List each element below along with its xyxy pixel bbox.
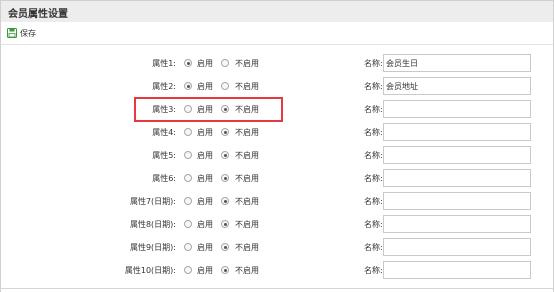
attribute-label: 属性5: <box>152 151 176 160</box>
attribute-label: 属性6: <box>152 174 176 183</box>
attribute-label: 属性4: <box>152 128 176 137</box>
enable-radio[interactable] <box>184 220 192 228</box>
attribute-row-7: 属性7(日期): 启用 不启用 名称: <box>1 192 553 212</box>
attribute-label: 属性2: <box>152 82 176 91</box>
save-button-label: 保存 <box>20 28 36 38</box>
disable-label[interactable]: 不启用 <box>235 219 259 230</box>
attribute-label: 属性7(日期): <box>129 197 176 206</box>
disable-label[interactable]: 不启用 <box>235 150 259 161</box>
disable-radio[interactable] <box>221 151 229 159</box>
enable-radio[interactable] <box>184 105 192 113</box>
title-bar: 会员属性设置 <box>0 0 554 23</box>
attribute-row-9: 属性9(日期): 启用 不启用 名称: <box>1 238 553 258</box>
attribute-row-3: 属性3: 启用 不启用 名称: <box>1 100 553 120</box>
name-input[interactable] <box>383 169 531 187</box>
disable-radio[interactable] <box>221 128 229 136</box>
attribute-row-5: 属性5: 启用 不启用 名称: <box>1 146 553 166</box>
enable-radio[interactable] <box>184 266 192 274</box>
attribute-row-1: 属性1: 启用 不启用 名称: <box>1 54 553 74</box>
attribute-label: 属性9(日期): <box>129 243 176 252</box>
name-label: 名称: <box>364 174 383 183</box>
name-label: 名称: <box>364 105 383 114</box>
enable-label[interactable]: 启用 <box>197 81 213 92</box>
name-input[interactable] <box>383 215 531 233</box>
disable-label[interactable]: 不启用 <box>235 127 259 138</box>
disable-label[interactable]: 不启用 <box>235 173 259 184</box>
enable-radio[interactable] <box>184 243 192 251</box>
enable-label[interactable]: 启用 <box>197 150 213 161</box>
enable-label[interactable]: 启用 <box>197 58 213 69</box>
disable-label[interactable]: 不启用 <box>235 58 259 69</box>
disable-radio[interactable] <box>221 59 229 67</box>
name-label: 名称: <box>364 266 383 275</box>
enable-radio[interactable] <box>184 174 192 182</box>
name-label: 名称: <box>364 197 383 206</box>
attribute-label: 属性3: <box>152 105 176 114</box>
disable-label[interactable]: 不启用 <box>235 265 259 276</box>
attribute-label: 属性10(日期): <box>124 266 176 275</box>
disable-label[interactable]: 不启用 <box>235 81 259 92</box>
enable-label[interactable]: 启用 <box>197 196 213 207</box>
name-label: 名称: <box>364 128 383 137</box>
attribute-row-8: 属性8(日期): 启用 不启用 名称: <box>1 215 553 235</box>
enable-label[interactable]: 启用 <box>197 104 213 115</box>
attribute-row-2: 属性2: 启用 不启用 名称: <box>1 77 553 97</box>
attribute-row-4: 属性4: 启用 不启用 名称: <box>1 123 553 143</box>
enable-label[interactable]: 启用 <box>197 242 213 253</box>
save-button[interactable]: 保存 <box>7 27 36 39</box>
enable-radio[interactable] <box>184 151 192 159</box>
name-label: 名称: <box>364 59 383 68</box>
name-label: 名称: <box>364 220 383 229</box>
enable-label[interactable]: 启用 <box>197 127 213 138</box>
disable-radio[interactable] <box>221 82 229 90</box>
name-label: 名称: <box>364 82 383 91</box>
attribute-label: 属性1: <box>152 59 176 68</box>
disable-radio[interactable] <box>221 197 229 205</box>
attribute-row-6: 属性6: 启用 不启用 名称: <box>1 169 553 189</box>
page-title: 会员属性设置 <box>8 9 68 20</box>
enable-label[interactable]: 启用 <box>197 219 213 230</box>
disable-radio[interactable] <box>221 174 229 182</box>
disable-radio[interactable] <box>221 243 229 251</box>
attribute-label: 属性8(日期): <box>129 220 176 229</box>
name-input[interactable] <box>383 100 531 118</box>
enable-label[interactable]: 启用 <box>197 265 213 276</box>
attribute-form: 属性1: 启用 不启用 名称: 属性2: 启用 不启用 名称: 属性3: 启用 … <box>0 45 554 292</box>
divider <box>0 288 554 289</box>
enable-radio[interactable] <box>184 128 192 136</box>
name-input[interactable] <box>383 146 531 164</box>
floppy-disk-icon <box>7 28 17 38</box>
enable-label[interactable]: 启用 <box>197 173 213 184</box>
name-label: 名称: <box>364 243 383 252</box>
name-label: 名称: <box>364 151 383 160</box>
name-input[interactable] <box>383 261 531 279</box>
disable-label[interactable]: 不启用 <box>235 242 259 253</box>
name-input[interactable] <box>383 238 531 256</box>
disable-label[interactable]: 不启用 <box>235 104 259 115</box>
name-input[interactable] <box>383 77 531 95</box>
enable-radio[interactable] <box>184 197 192 205</box>
disable-radio[interactable] <box>221 220 229 228</box>
toolbar: 保存 <box>0 22 554 45</box>
attribute-row-10: 属性10(日期): 启用 不启用 名称: <box>1 261 553 281</box>
disable-label[interactable]: 不启用 <box>235 196 259 207</box>
name-input[interactable] <box>383 54 531 72</box>
enable-radio[interactable] <box>184 82 192 90</box>
disable-radio[interactable] <box>221 266 229 274</box>
disable-radio[interactable] <box>221 105 229 113</box>
name-input[interactable] <box>383 192 531 210</box>
name-input[interactable] <box>383 123 531 141</box>
enable-radio[interactable] <box>184 59 192 67</box>
